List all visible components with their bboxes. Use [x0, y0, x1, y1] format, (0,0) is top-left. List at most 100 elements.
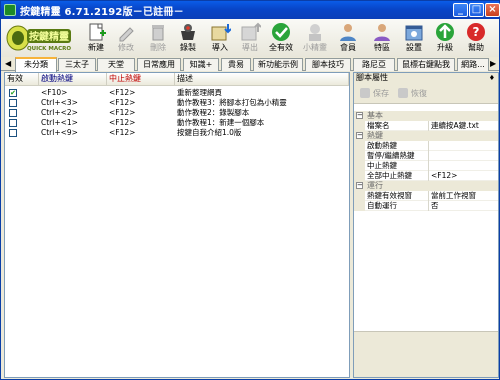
table-row[interactable]: Ctrl+<9> <F12> 按鍵自我介紹1.0版: [5, 128, 349, 138]
restore-button[interactable]: 恢復: [398, 88, 427, 99]
tab-1[interactable]: 三太子: [58, 58, 96, 71]
collapse-toggle-icon[interactable]: −: [356, 112, 363, 119]
property-name: 全部中止熱鍵: [367, 171, 412, 180]
property-description-area: [354, 331, 498, 377]
collapse-toggle-icon[interactable]: −: [356, 132, 363, 139]
property-row[interactable]: 檔案名 連續按A鍵.txt: [354, 121, 498, 131]
property-value[interactable]: [428, 161, 497, 171]
properties-header: 腳本屬性 ♦: [354, 73, 498, 84]
property-value[interactable]: 連續按A鍵.txt: [428, 121, 497, 131]
property-row[interactable]: 暫停/繼續熱鍵: [354, 151, 498, 161]
about-button[interactable]: ? 幫助: [461, 21, 491, 55]
table-row[interactable]: Ctrl+<3> <F12> 動作教程3：將腳本打包為小精靈: [5, 98, 349, 108]
restore-icon: [398, 88, 408, 98]
table-row[interactable]: Ctrl+<2> <F12> 動作教程2：錄製腳本: [5, 108, 349, 118]
stop-hotkey-cell: <F12>: [109, 108, 136, 117]
stop-hotkey-cell: <F12>: [109, 98, 136, 107]
wizard-button[interactable]: 小精靈: [300, 21, 330, 55]
property-row[interactable]: 中止熱鍵: [354, 161, 498, 171]
property-row[interactable]: 全部中止熱鍵 <F12>: [354, 171, 498, 181]
svg-text:?: ?: [473, 25, 480, 39]
start-hotkey-cell: Ctrl+<9>: [41, 128, 78, 137]
table-row[interactable]: Ctrl+<1> <F12> 動作教程1：新建一個腳本: [5, 118, 349, 128]
description-cell: 動作教程1：新建一個腳本: [177, 118, 265, 127]
property-name: 檔案名: [367, 121, 390, 130]
settings-icon: [405, 25, 423, 41]
close-button[interactable]: ×: [485, 3, 500, 17]
property-row[interactable]: 熱鍵有效視窗 當前工作視窗: [354, 191, 498, 201]
save-button[interactable]: 保存: [360, 88, 389, 99]
tab-0[interactable]: 未分類: [15, 57, 57, 72]
col-stop-hotkey-header[interactable]: 中止熱鍵: [107, 73, 175, 86]
property-name: 中止熱鍵: [367, 161, 397, 170]
row-gutter: [354, 151, 365, 161]
tab-scroll-left-icon[interactable]: ◀: [5, 59, 11, 68]
section-title: 熱鍵: [367, 131, 383, 140]
row-gutter: [354, 201, 365, 211]
enable-checkbox[interactable]: [9, 99, 17, 107]
all-enable-button[interactable]: 全有效: [266, 21, 296, 55]
list-header: 有效 啟動熱鍵 中止熱鍵 描述: [5, 73, 349, 86]
property-name: 熱鍵有效視窗: [367, 191, 412, 200]
property-row[interactable]: 自動運行 否: [354, 201, 498, 211]
window-title: 按鍵精靈 6.71.2192版－已註冊－: [20, 6, 184, 18]
tab-8[interactable]: 路尼亞: [353, 58, 395, 71]
stop-hotkey-cell: <F12>: [109, 128, 136, 137]
property-value[interactable]: 當前工作視窗: [428, 191, 497, 201]
enable-checkbox[interactable]: [9, 109, 17, 117]
trash-icon: [152, 25, 164, 41]
property-value[interactable]: [428, 151, 497, 161]
tab-9[interactable]: 鼠標右鍵點我: [397, 58, 455, 71]
tab-5[interactable]: 貴易: [221, 58, 251, 71]
member-button[interactable]: 會員: [333, 21, 363, 55]
col-enabled-header[interactable]: 有效: [5, 73, 39, 86]
help-icon: ?: [467, 23, 485, 41]
property-name: 自動運行: [367, 201, 397, 210]
property-row[interactable]: 啟動熱鍵: [354, 141, 498, 151]
tab-6[interactable]: 新功能示例: [253, 58, 303, 71]
member-icon: [340, 24, 356, 41]
col-start-hotkey-header[interactable]: 啟動熱鍵: [39, 73, 107, 86]
maximize-button[interactable]: □: [469, 3, 484, 17]
save-icon: [360, 88, 370, 98]
description-cell: 動作教程3：將腳本打包為小精靈: [177, 98, 287, 107]
tab-4[interactable]: 知識+: [183, 58, 219, 71]
start-hotkey-cell: <F10>: [41, 88, 68, 97]
enable-checkbox[interactable]: [9, 129, 17, 137]
property-value[interactable]: <F12>: [428, 171, 497, 181]
save-label: 保存: [373, 89, 389, 98]
minimize-button[interactable]: _: [453, 3, 468, 17]
tab-3[interactable]: 日常應用: [137, 58, 181, 71]
script-properties-panel: 腳本屬性 ♦ 保存 恢復 − 基本 檔案名 連續按A鍵.txt − 熱鍵 啟動熱鍵 暫停/繼續…: [353, 72, 499, 378]
property-value[interactable]: [428, 141, 497, 151]
property-name: 暫停/繼續熱鍵: [367, 151, 415, 160]
tab-2[interactable]: 天堂: [97, 58, 135, 71]
tab-10[interactable]: 網路...: [457, 58, 489, 71]
property-section-1: − 熱鍵: [354, 131, 498, 141]
enable-checkbox[interactable]: [9, 119, 17, 127]
row-gutter: [354, 171, 365, 181]
pencil-icon: [119, 27, 134, 42]
row-gutter: [354, 121, 365, 131]
check-icon: [272, 23, 290, 41]
title-bar[interactable]: 按鍵精靈 6.71.2192版－已註冊－ _ □ ×: [1, 1, 500, 19]
table-row[interactable]: ✔ <F10> <F12> 重新整理網頁: [5, 88, 349, 98]
restore-label: 恢復: [411, 89, 427, 98]
enable-checkbox[interactable]: ✔: [9, 89, 17, 97]
svg-text:QUICK MACRO: QUICK MACRO: [27, 46, 71, 52]
tab-scroll-right-icon[interactable]: ▶: [490, 59, 496, 68]
collapse-toggle-icon[interactable]: −: [356, 182, 363, 189]
new-file-icon: [89, 23, 106, 41]
property-value[interactable]: 否: [428, 201, 497, 211]
import-icon: [211, 24, 231, 41]
pin-icon[interactable]: ♦: [489, 73, 495, 83]
col-description-header[interactable]: 描述: [175, 73, 349, 86]
description-cell: 按鍵自我介紹1.0版: [177, 128, 242, 137]
row-gutter: [354, 141, 365, 151]
tab-7[interactable]: 腳本技巧: [305, 58, 351, 71]
start-hotkey-cell: Ctrl+<1>: [41, 118, 78, 127]
stop-hotkey-cell: <F12>: [109, 118, 136, 127]
description-cell: 動作教程2：錄製腳本: [177, 108, 250, 117]
row-gutter: [354, 161, 365, 171]
record-icon: [181, 24, 195, 40]
